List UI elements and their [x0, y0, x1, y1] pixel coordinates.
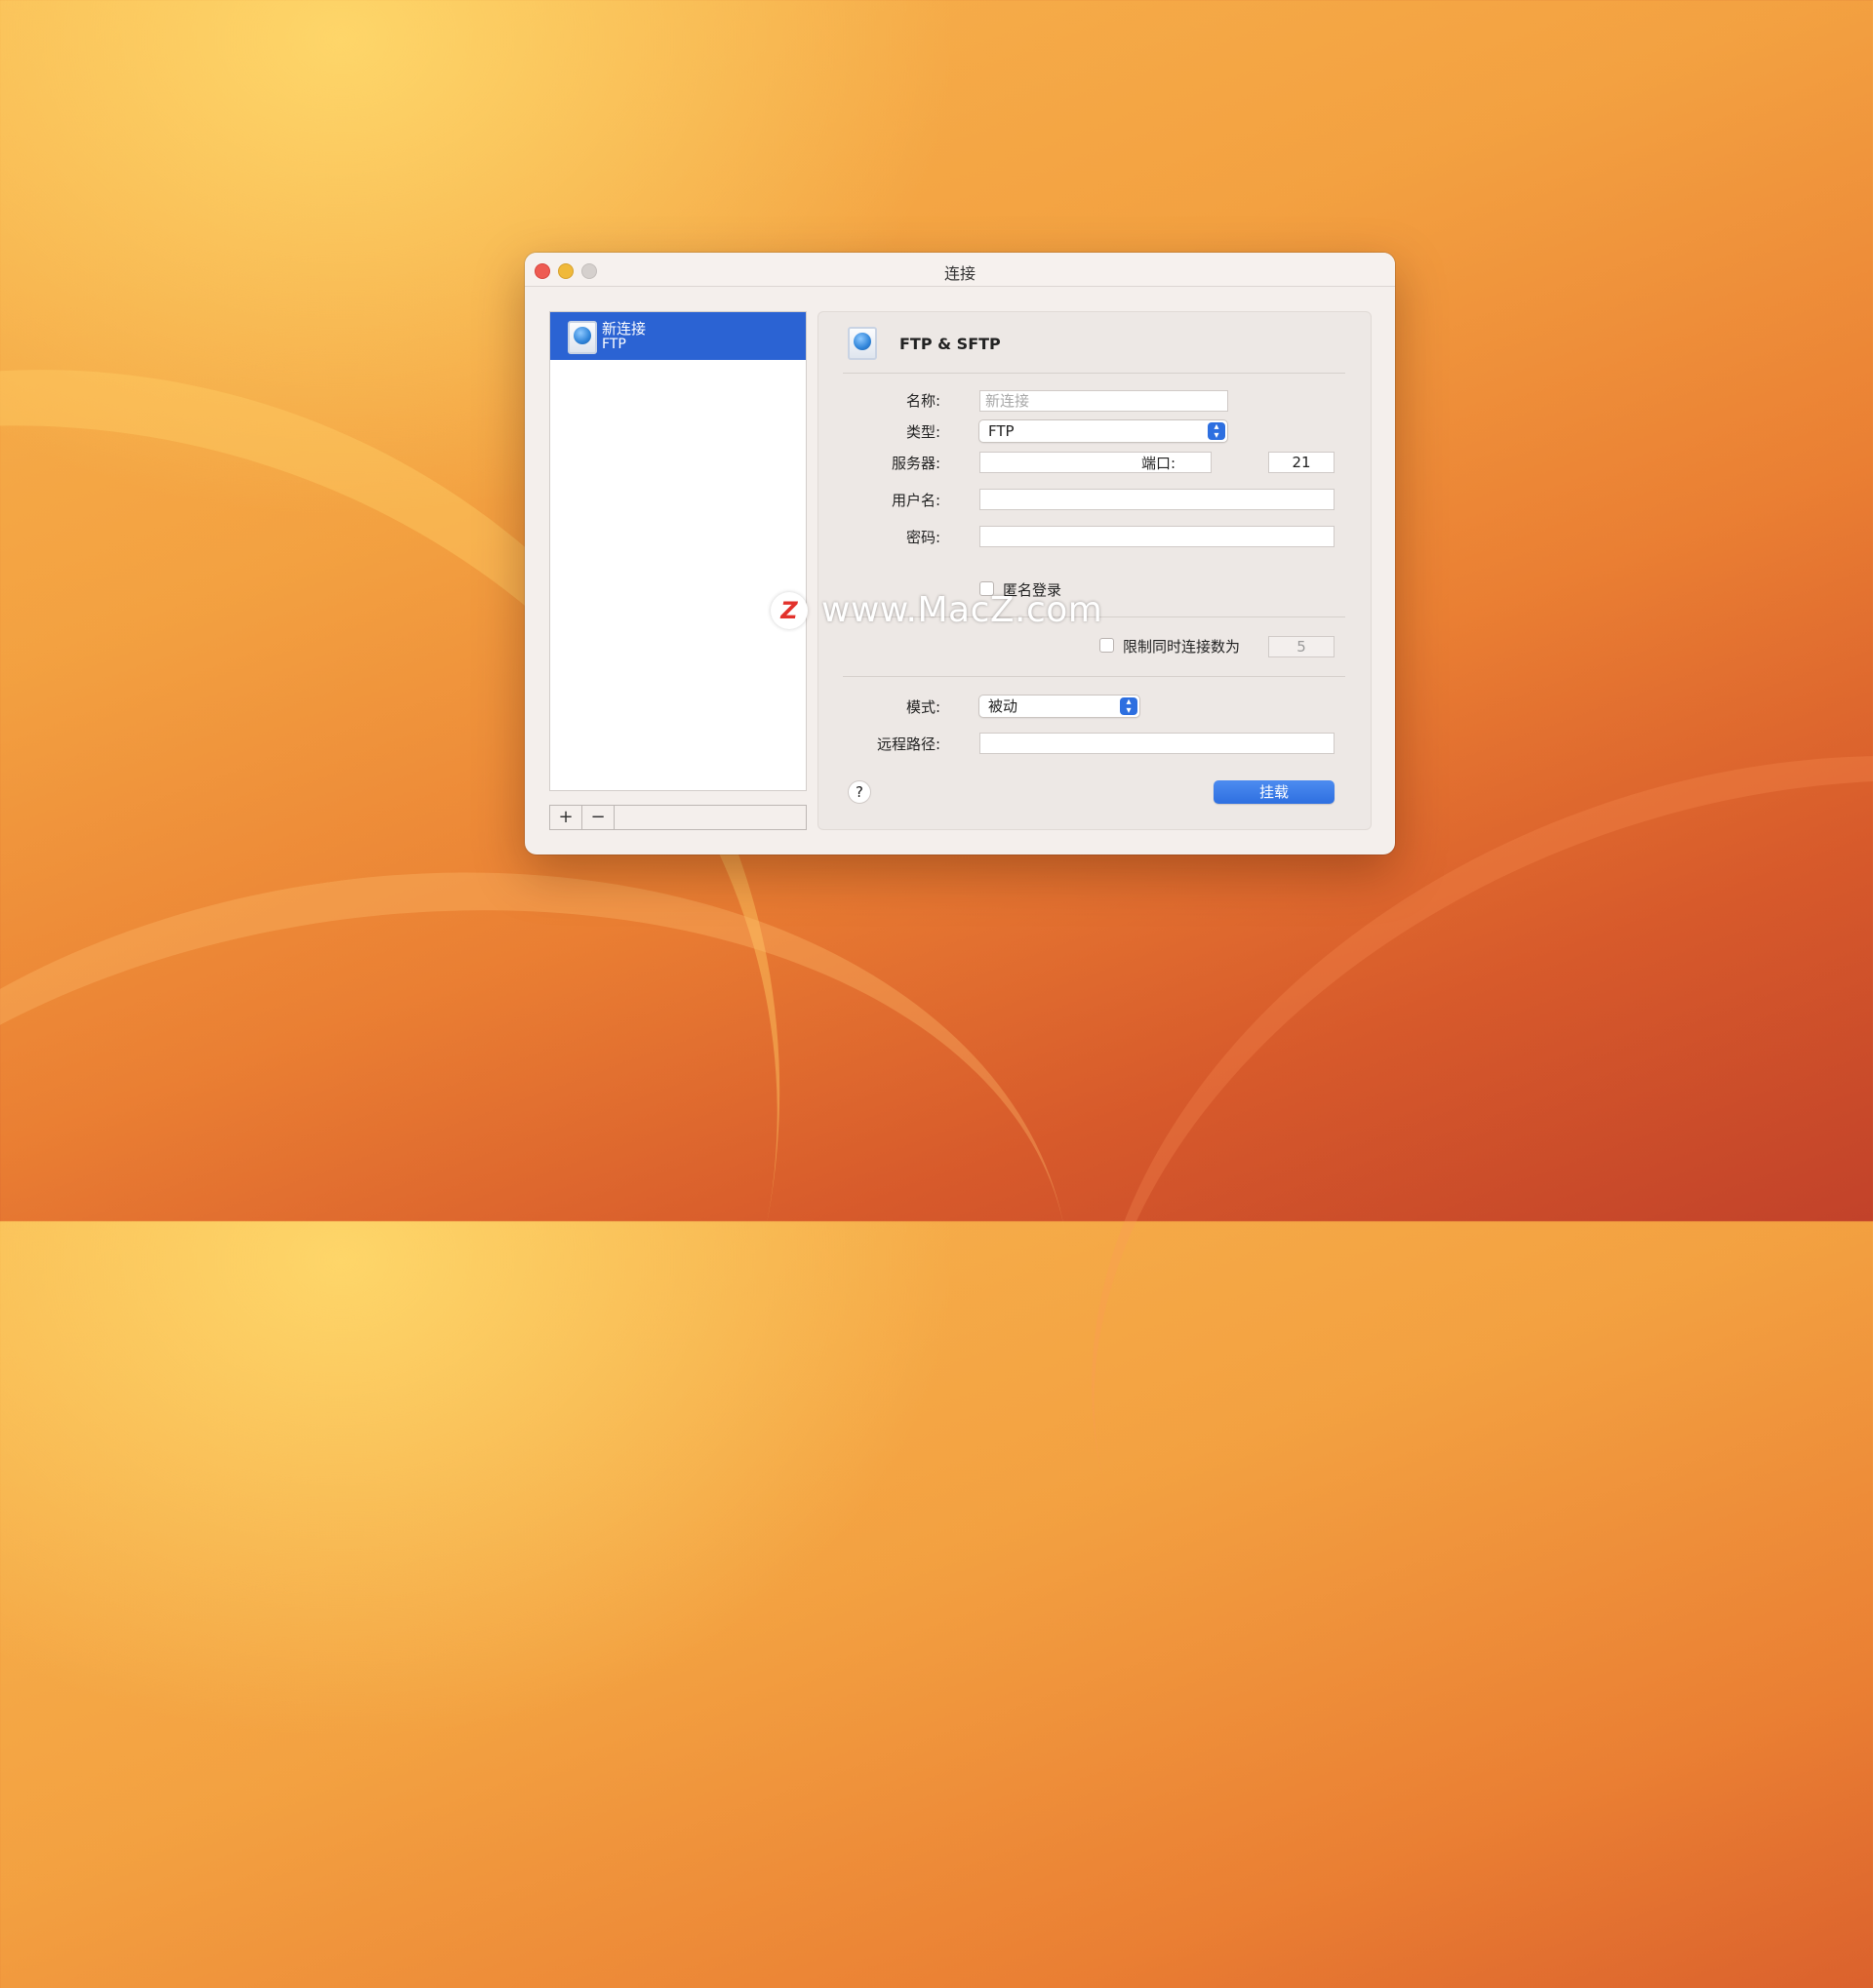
- divider: [843, 373, 1345, 374]
- server-label: 服务器:: [891, 455, 940, 472]
- list-item-connection[interactable]: 新连接 FTP: [550, 312, 806, 360]
- settings-panel: FTP & SFTP 名称: 新连接 类型: FTP ▴ ▾ 服务器: 端口: 2…: [817, 311, 1372, 830]
- remote-path-label: 远程路径:: [876, 736, 940, 753]
- panel-title: FTP & SFTP: [899, 335, 1001, 353]
- network-drive-icon: [568, 321, 597, 354]
- username-field[interactable]: [979, 489, 1335, 510]
- mode-value: 被动: [988, 697, 1018, 715]
- titlebar: 连接: [525, 253, 1395, 287]
- remote-path-field[interactable]: [979, 733, 1335, 754]
- watermark-logo: Z: [771, 592, 808, 629]
- divider: [843, 676, 1345, 677]
- add-connection-button[interactable]: +: [550, 806, 582, 829]
- name-label: 名称:: [905, 392, 940, 410]
- connection-window: 连接 新连接 FTP + − FTP & SFTP 名称: 新连接 类型: FT…: [525, 253, 1395, 855]
- connection-name: 新连接: [602, 320, 647, 338]
- port-field[interactable]: 21: [1268, 452, 1335, 473]
- name-field[interactable]: 新连接: [979, 390, 1228, 412]
- type-value: FTP: [988, 422, 1015, 440]
- type-select[interactable]: FTP ▴ ▾: [978, 419, 1228, 443]
- watermark-text: www.MacZ.com: [821, 590, 1103, 630]
- list-toolbar: + −: [549, 805, 807, 830]
- connection-list[interactable]: 新连接 FTP: [549, 311, 807, 791]
- mode-select[interactable]: 被动 ▴ ▾: [978, 695, 1140, 718]
- type-label: 类型:: [905, 423, 940, 441]
- mode-label: 模式:: [905, 698, 940, 716]
- updown-arrow-icon: ▴ ▾: [1208, 422, 1225, 441]
- port-label: 端口:: [1140, 455, 1176, 472]
- password-field[interactable]: [979, 526, 1335, 547]
- mount-button[interactable]: 挂载: [1214, 780, 1335, 804]
- username-label: 用户名:: [891, 492, 940, 509]
- connection-type: FTP: [602, 337, 626, 352]
- remove-connection-button[interactable]: −: [582, 806, 615, 829]
- wallpaper-wave: [0, 787, 1131, 1886]
- limit-connections-checkbox[interactable]: [1099, 638, 1114, 653]
- help-button[interactable]: ?: [848, 780, 871, 804]
- limit-connections-label: 限制同时连接数为: [1123, 638, 1241, 656]
- password-label: 密码:: [905, 529, 940, 546]
- window-title: 连接: [943, 264, 976, 283]
- updown-arrow-icon: ▴ ▾: [1120, 697, 1137, 716]
- limit-connections-field[interactable]: 5: [1268, 636, 1335, 657]
- network-drive-icon: [848, 327, 877, 360]
